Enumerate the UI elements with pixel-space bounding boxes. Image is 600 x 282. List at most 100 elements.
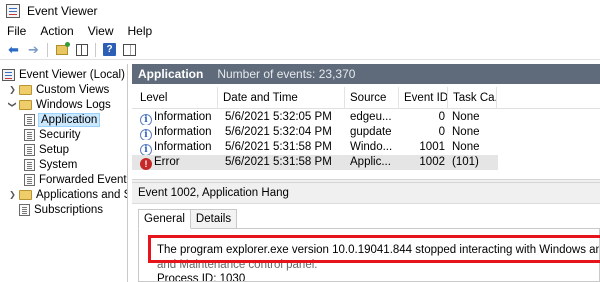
event-datetime: 5/6/2021 5:32:04 PM [225, 126, 332, 138]
event-datetime: 5/6/2021 5:31:58 PM [225, 156, 332, 168]
event-viewer-icon [2, 68, 15, 81]
event-source: edgeu... [350, 111, 392, 123]
tree-item-forwarded-events[interactable]: Forwarded Events [24, 172, 128, 187]
event-level: Information [154, 111, 212, 123]
column-header-source[interactable]: Source [346, 87, 399, 109]
column-header-level[interactable]: Level [136, 87, 218, 109]
column-header-event-id[interactable]: Event ID [400, 87, 448, 109]
toolbar: ⬅ ➔ ? [0, 40, 600, 60]
help-button[interactable]: ? [101, 42, 118, 58]
event-row[interactable]: i Information 5/6/2021 5:31:58 PM Windo..… [132, 140, 498, 155]
event-list-columns: Level Date and Time Source Event ID Task… [132, 87, 600, 109]
event-level: Information [154, 126, 212, 138]
information-icon: i [140, 129, 152, 140]
event-source: Applic... [350, 156, 391, 168]
title-bar: Event Viewer [0, 0, 600, 21]
menu-file[interactable]: File [7, 24, 26, 38]
tree-item-subscriptions[interactable]: Subscriptions [19, 202, 103, 217]
event-task-category: None [452, 111, 480, 123]
tree-item-event-viewer-local[interactable]: Event Viewer (Local) [2, 67, 125, 82]
tree-item-label: Custom Views [36, 83, 110, 96]
event-datetime: 5/6/2021 5:31:58 PM [225, 141, 332, 153]
description-line: The program explorer.exe version 10.0.19… [157, 244, 599, 256]
log-name: Application [138, 67, 204, 81]
menu-bar: File Action View Help [0, 22, 600, 40]
open-button[interactable] [53, 41, 70, 58]
event-id: 0 [438, 126, 445, 138]
toolbar-separator [47, 42, 48, 57]
folder-icon [19, 190, 32, 200]
window-title: Event Viewer [27, 3, 98, 18]
action-pane-button[interactable] [121, 42, 138, 58]
event-source: gupdate [350, 126, 392, 138]
tree-item-label: Forwarded Events [39, 173, 128, 186]
forward-arrow-icon: ➔ [28, 42, 39, 57]
back-button[interactable]: ⬅ [5, 42, 22, 58]
tree-item-label: Security [39, 128, 81, 141]
event-row-selected[interactable]: ! Error 5/6/2021 5:31:58 PM Applic... 100… [132, 155, 498, 170]
tree-item-applications-and-services-logs[interactable]: ❯ Applications and Services Logs [8, 187, 127, 202]
chevron-right-icon[interactable]: ❯ [8, 190, 17, 199]
help-icon: ? [103, 43, 116, 56]
tree-item-system[interactable]: System [24, 157, 77, 172]
toolbar-separator [95, 42, 96, 57]
open-folder-icon [55, 41, 70, 55]
event-id: 0 [438, 111, 445, 123]
column-header-task-category[interactable]: Task Ca... [449, 87, 497, 109]
tab-general[interactable]: General [138, 209, 191, 229]
event-id: 1001 [419, 141, 445, 153]
event-list-header: Application Number of events: 23,370 [132, 64, 600, 84]
log-icon [24, 128, 35, 141]
event-count: Number of events: 23,370 [217, 67, 356, 81]
show-hide-action-pane-icon [123, 43, 136, 56]
event-level: Error [154, 156, 180, 168]
event-description: The program explorer.exe version 10.0.19… [138, 228, 600, 282]
tree-item-label: Event Viewer (Local) [19, 68, 125, 81]
chevron-down-icon[interactable]: ❯ [8, 100, 17, 109]
log-icon [19, 203, 30, 216]
tree-item-label: Subscriptions [34, 203, 104, 216]
event-id: 1002 [419, 156, 445, 168]
menu-help[interactable]: Help [128, 24, 153, 38]
event-row[interactable]: i Information 5/6/2021 5:32:04 PM gupdate… [132, 125, 498, 140]
event-details-header: Event 1002, Application Hang [132, 183, 600, 204]
menu-view[interactable]: View [88, 24, 114, 38]
information-icon: i [140, 114, 152, 125]
event-row[interactable]: i Information 5/6/2021 5:32:05 PM edgeu..… [132, 110, 498, 125]
tree-item-windows-logs[interactable]: ❯ Windows Logs [8, 97, 111, 112]
error-icon: ! [140, 158, 152, 170]
event-task-category: None [452, 141, 480, 153]
event-task-category: (101) [452, 156, 479, 168]
show-hide-console-tree-icon [75, 43, 88, 56]
folder-icon [19, 85, 32, 95]
folder-icon [19, 100, 32, 110]
log-icon [24, 158, 35, 171]
log-icon [24, 113, 35, 126]
tree-item-custom-views[interactable]: ❯ Custom Views [8, 82, 109, 97]
tree-item-label: Setup [39, 143, 70, 156]
tree-item-label: Applications and Services Logs [36, 188, 127, 201]
log-icon [24, 143, 35, 156]
tab-details[interactable]: Details [189, 209, 238, 229]
tree-item-security[interactable]: Security [24, 127, 81, 142]
information-icon: i [140, 144, 152, 155]
console-tree: Event Viewer (Local) ❯ Custom Views ❯ Wi… [0, 64, 128, 282]
tree-item-application[interactable]: Application [24, 112, 101, 127]
tree-item-label: Windows Logs [36, 98, 111, 111]
tree-item-label: System [39, 158, 78, 171]
column-header-date-time[interactable]: Date and Time [219, 87, 345, 109]
event-task-category: None [452, 126, 480, 138]
chevron-right-icon[interactable]: ❯ [8, 85, 17, 94]
description-line: Process ID: 1030 [157, 273, 246, 282]
console-tree-button[interactable] [73, 42, 90, 58]
tree-item-setup[interactable]: Setup [24, 142, 69, 157]
event-datetime: 5/6/2021 5:32:05 PM [225, 111, 332, 123]
forward-button[interactable]: ➔ [25, 42, 42, 58]
menu-action[interactable]: Action [40, 24, 73, 38]
description-line: and Maintenance control panel. [157, 259, 318, 271]
tree-item-label: Application [37, 112, 101, 127]
event-viewer-icon [6, 3, 20, 18]
details-tabs: General Details [138, 209, 238, 229]
event-level: Information [154, 141, 212, 153]
back-arrow-icon: ⬅ [8, 42, 19, 57]
